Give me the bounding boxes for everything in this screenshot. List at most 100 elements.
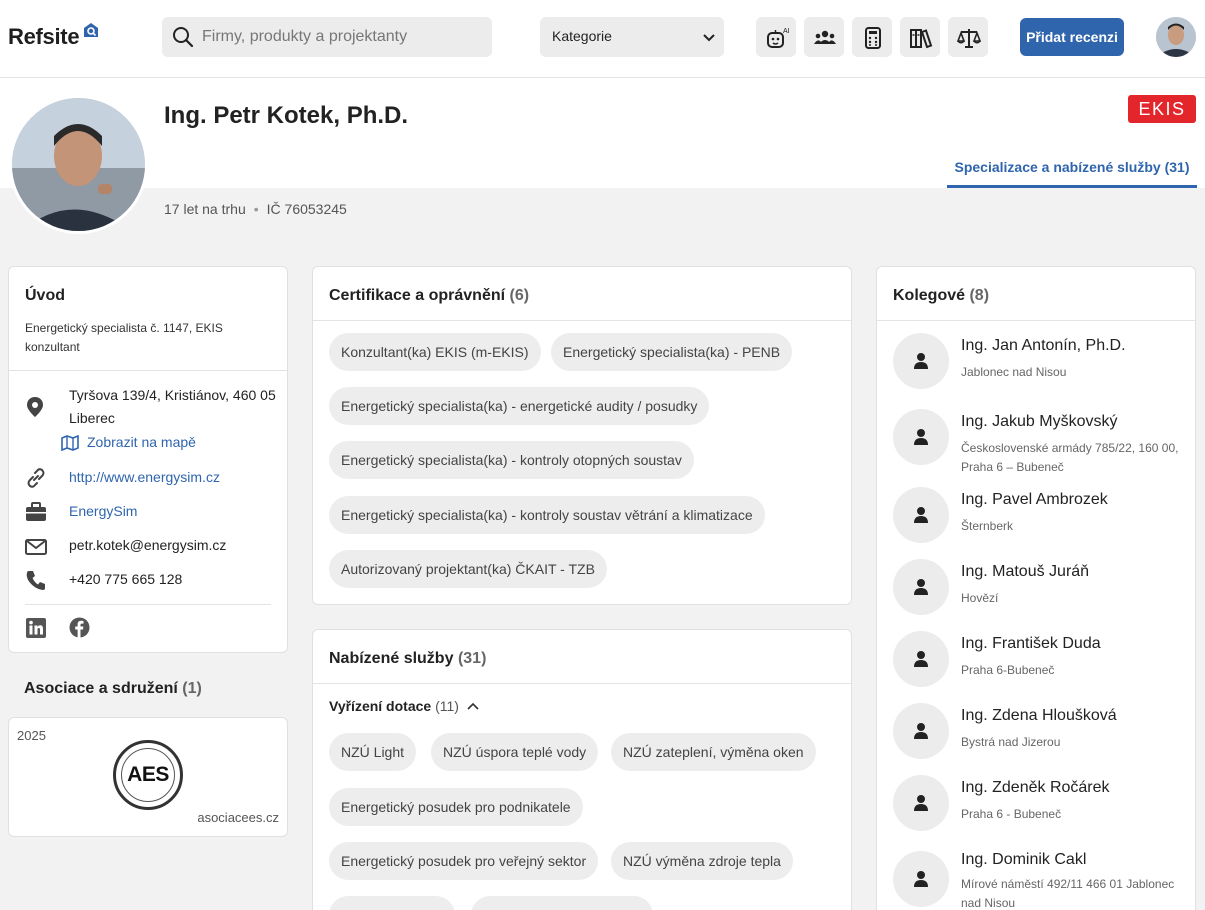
- phone-text[interactable]: +420 775 665 128: [69, 571, 182, 587]
- colleague-name[interactable]: Ing. Jan Antonín, Ph.D.: [961, 337, 1126, 355]
- site-logo[interactable]: Refsite: [8, 24, 80, 50]
- colleague-avatar: [893, 409, 949, 465]
- website-link[interactable]: http://www.energysim.cz: [69, 469, 220, 485]
- colleague-name[interactable]: Ing. Matouš Juráň: [961, 563, 1089, 581]
- service-chip-partial[interactable]: [329, 896, 455, 910]
- services-heading: Nabízené služby (31): [329, 650, 486, 668]
- certification-chip[interactable]: Energetický specialista(ka) - PENB: [551, 333, 793, 371]
- service-group-title: Vyřízení dotace: [329, 698, 432, 714]
- calculator-icon: [865, 27, 881, 49]
- colleague-location: Šternberk: [961, 519, 1014, 533]
- map-link-label[interactable]: Zobrazit na mapě: [87, 434, 196, 450]
- colleague-name[interactable]: Ing. Jakub Myškovský: [961, 413, 1118, 431]
- people-icon: [814, 30, 836, 44]
- associations-heading: Asociace a sdružení (1): [24, 680, 202, 698]
- colleague-avatar: [893, 333, 949, 389]
- profile-name: Ing. Petr Kotek, Ph.D.: [164, 102, 409, 129]
- tab-specializations[interactable]: Specializace a nabízené služby (31): [947, 148, 1197, 188]
- profile-meta: 17 let na trhu • IČ 76053245: [164, 201, 347, 217]
- colleague-location: Jablonec nad Nisou: [961, 365, 1067, 379]
- colleague-location: Praha 6 - Bubeneč: [961, 807, 1062, 821]
- service-group-count: (11): [435, 698, 459, 714]
- associations-count: (1): [182, 680, 202, 697]
- company-link[interactable]: EnergySim: [69, 503, 137, 519]
- search-input[interactable]: [202, 17, 487, 57]
- location-pin-icon: [27, 397, 43, 417]
- search-box[interactable]: [162, 17, 492, 57]
- colleague-avatar: [893, 851, 949, 907]
- library-button[interactable]: [900, 17, 940, 57]
- search-icon: [173, 27, 194, 48]
- colleague-name[interactable]: Ing. Pavel Ambrozek: [961, 491, 1108, 509]
- category-select-label: Kategorie: [552, 28, 612, 44]
- service-chip-partial[interactable]: [471, 896, 653, 910]
- certification-chip[interactable]: Konzultant(ka) EKIS (m-EKIS): [329, 333, 541, 371]
- user-avatar-photo: [1156, 17, 1196, 57]
- aes-logo: AES: [113, 740, 183, 810]
- user-avatar[interactable]: [1156, 17, 1196, 57]
- chevron-down-icon: [703, 34, 715, 42]
- colleague-location: Československé armády 785/22, 160 00, Pr…: [961, 441, 1179, 474]
- address-text: Tyršova 139/4, Kristiánov, 460 05 Libere…: [69, 387, 276, 426]
- certifications-title: Certifikace a oprávnění: [329, 287, 506, 304]
- colleague-avatar: [893, 775, 949, 831]
- chevron-up-icon: [467, 702, 479, 710]
- colleagues-count: (8): [969, 287, 990, 304]
- service-chip[interactable]: Energetický posudek pro podnikatele: [329, 788, 583, 826]
- colleague-avatar: [893, 559, 949, 615]
- category-select[interactable]: Kategorie: [540, 17, 724, 57]
- email-text[interactable]: petr.kotek@energysim.cz: [69, 537, 226, 553]
- logo-search-icon: [84, 23, 98, 37]
- service-chip[interactable]: NZÚ výměna zdroje tepla: [611, 842, 793, 880]
- colleague-avatar: [893, 487, 949, 543]
- certification-chip[interactable]: Autorizovaný projektant(ka) ČKAIT - TZB: [329, 550, 607, 588]
- company-id: IČ 76053245: [266, 201, 347, 217]
- person-icon: [914, 353, 928, 369]
- service-chip[interactable]: Energetický posudek pro veřejný sektor: [329, 842, 599, 880]
- service-chip[interactable]: NZÚ Light: [329, 733, 417, 771]
- associations-title: Asociace a sdružení: [24, 680, 178, 697]
- books-icon: [910, 29, 933, 49]
- person-icon: [914, 429, 928, 445]
- colleague-name[interactable]: Ing. Dominik Cakl: [961, 851, 1086, 869]
- colleagues-title: Kolegové: [893, 287, 966, 304]
- services-title: Nabízené služby: [329, 650, 454, 667]
- briefcase-icon: [26, 502, 46, 521]
- person-icon: [914, 507, 928, 523]
- linkedin-icon[interactable]: [26, 618, 46, 638]
- calculator-button[interactable]: [852, 17, 892, 57]
- ai-assistant-icon: AI: [767, 28, 789, 48]
- colleagues-heading: Kolegové (8): [893, 287, 989, 305]
- certification-chip[interactable]: Energetický specialista(ka) - kontroly o…: [329, 441, 694, 479]
- mail-icon: [25, 539, 47, 555]
- certification-chip[interactable]: Energetický specialista(ka) - energetick…: [329, 387, 710, 425]
- colleague-location: Mírové náměstí 492/11 466 01 Jablonec na…: [961, 877, 1175, 910]
- phone-icon: [26, 571, 45, 590]
- people-button[interactable]: [804, 17, 844, 57]
- compare-button[interactable]: [948, 17, 988, 57]
- colleague-name[interactable]: Ing. Zdeněk Ročárek: [961, 779, 1110, 797]
- certifications-card: Certifikace a oprávnění (6) Konzultant(k…: [312, 266, 852, 605]
- add-review-button[interactable]: Přidat recenzi: [1020, 18, 1124, 56]
- service-chip[interactable]: NZÚ úspora teplé vody: [431, 733, 599, 771]
- top-navigation-bar: Refsite Kategorie AI: [0, 0, 1205, 78]
- colleague-avatar: [893, 631, 949, 687]
- colleague-avatar: [893, 703, 949, 759]
- intro-card: Úvod Energetický specialista č. 1147, EK…: [8, 266, 288, 653]
- facebook-icon[interactable]: [69, 617, 90, 638]
- certification-chip[interactable]: Energetický specialista(ka) - kontroly s…: [329, 496, 765, 534]
- services-card: Nabízené služby (31) Vyřízení dotace (11…: [312, 629, 852, 910]
- ekis-logo: EKIS: [1128, 95, 1196, 123]
- certifications-count: (6): [509, 287, 530, 304]
- service-chip[interactable]: NZÚ zateplení, výměna oken: [611, 733, 816, 771]
- colleague-location: Hovězí: [961, 591, 999, 605]
- association-domain: asociacees.cz: [197, 810, 279, 825]
- svg-text:AI: AI: [783, 28, 789, 35]
- association-card[interactable]: 2025 AES asociacees.cz: [8, 717, 288, 837]
- person-icon: [914, 579, 928, 595]
- service-group-toggle[interactable]: Vyřízení dotace (11): [329, 698, 479, 714]
- ai-assistant-button[interactable]: AI: [756, 17, 796, 57]
- profile-photo: [9, 95, 148, 234]
- colleague-name[interactable]: Ing. Zdena Hloušková: [961, 707, 1117, 725]
- colleague-name[interactable]: Ing. František Duda: [961, 635, 1101, 653]
